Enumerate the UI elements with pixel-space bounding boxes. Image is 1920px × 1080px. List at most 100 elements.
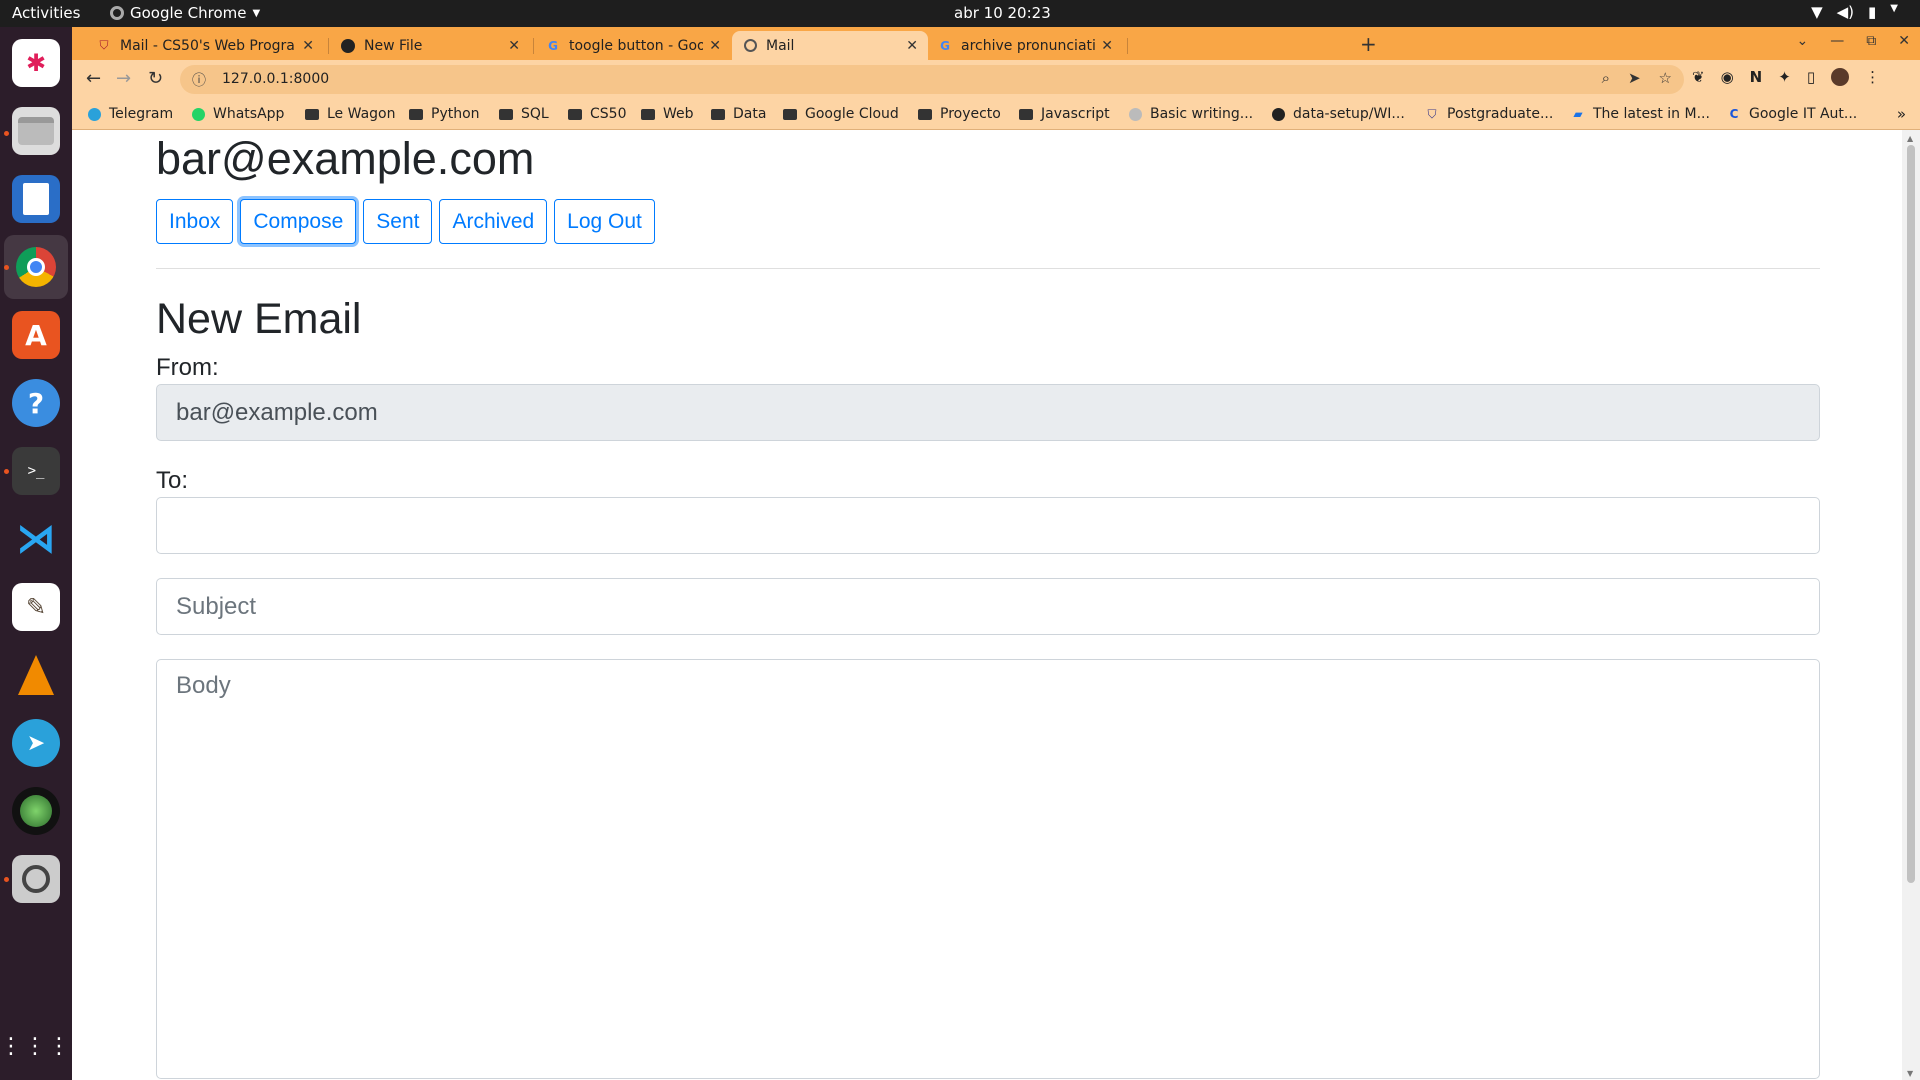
maximize-icon[interactable]: ⧉	[1866, 33, 1876, 49]
vscode-icon[interactable]: ⋊	[12, 515, 60, 563]
slack-icon[interactable]: ✱	[12, 39, 60, 87]
from-label: From:	[156, 354, 219, 381]
terminal-icon[interactable]: >_	[12, 447, 60, 495]
tab-archive-pronunciation[interactable]: G archive pronunciation - Google Search …	[927, 31, 1123, 60]
bookmark-folder-google-cloud[interactable]: Google Cloud	[782, 106, 899, 122]
scrollbar-thumb[interactable]	[1907, 145, 1915, 883]
close-icon[interactable]: ✕	[1101, 38, 1113, 54]
scroll-up-icon[interactable]: ▲	[1907, 134, 1913, 143]
url-text[interactable]: 127.0.0.1:8000	[222, 71, 329, 87]
close-icon[interactable]: ✕	[906, 38, 918, 54]
bookmark-telegram[interactable]: Telegram	[86, 106, 173, 122]
caret-down-icon: ▼	[1890, 3, 1898, 14]
chrome-icon[interactable]	[12, 243, 60, 291]
bookmark-folder-web[interactable]: Web	[640, 106, 694, 122]
forward-button[interactable]: →	[116, 68, 131, 89]
back-button[interactable]: ←	[86, 68, 101, 89]
subject-field[interactable]	[156, 578, 1820, 635]
browser-toolbar: ← → ↻ ⓘ 127.0.0.1:8000 ⌕ ➤ ☆ ❦ ◉ N ✦ ▯ ⋮	[72, 60, 1920, 99]
folder-icon	[567, 107, 583, 121]
bookmark-google-it[interactable]: C Google IT Aut...	[1726, 106, 1858, 122]
close-window-icon[interactable]: ✕	[1898, 33, 1910, 49]
app-center-icon[interactable]: A	[12, 311, 60, 359]
logout-button[interactable]: Log Out	[554, 199, 655, 244]
tab-mail[interactable]: Mail ✕	[732, 31, 928, 60]
page-scrollbar[interactable]: ▲ ▼	[1902, 130, 1920, 1080]
bookmark-folder-cs50[interactable]: CS50	[567, 106, 626, 122]
menu-icon[interactable]: ⋮	[1865, 68, 1880, 90]
from-field	[156, 384, 1820, 441]
sent-button[interactable]: Sent	[363, 199, 433, 244]
folder-icon	[640, 107, 656, 121]
app-menu[interactable]: Google Chrome ▼	[110, 4, 260, 22]
close-icon[interactable]: ✕	[508, 38, 520, 54]
tab-toggle-button-search[interactable]: G toogle button - Google Search ✕	[535, 31, 731, 60]
tab-mail-cs50[interactable]: ⛉ Mail - CS50's Web Programming ✕	[86, 31, 324, 60]
screenshot-icon[interactable]	[12, 855, 60, 903]
chevron-right-icon[interactable]: »	[1897, 105, 1906, 123]
clock[interactable]: abr 10 20:23	[954, 4, 1051, 22]
bookmark-the-latest[interactable]: ▰ The latest in M...	[1570, 106, 1710, 122]
telegram-icon	[86, 107, 102, 121]
puzzle-icon[interactable]: ✦	[1778, 68, 1791, 90]
help-icon[interactable]: ?	[12, 379, 60, 427]
bookmark-postgraduate[interactable]: ⛉ Postgraduate...	[1424, 106, 1553, 122]
notion-icon[interactable]: N	[1750, 68, 1763, 90]
activities-button[interactable]: Activities	[12, 4, 80, 22]
archived-button[interactable]: Archived	[439, 199, 548, 244]
close-icon[interactable]: ✕	[709, 38, 721, 54]
bookmark-whatsapp[interactable]: WhatsApp	[190, 106, 284, 122]
wifi-icon: ▼	[1811, 3, 1823, 21]
extension-icon[interactable]: ◉	[1721, 68, 1734, 90]
mail-container: bar@example.com Inbox Compose Sent Archi…	[156, 130, 1820, 1079]
avatar[interactable]	[1831, 68, 1850, 90]
bookmark-folder-sql[interactable]: SQL	[498, 106, 549, 122]
scroll-down-icon[interactable]: ▼	[1907, 1069, 1913, 1078]
tab-label: New File	[364, 37, 423, 54]
running-indicator	[4, 469, 9, 474]
tab-separator	[328, 38, 329, 54]
body-field[interactable]	[156, 659, 1820, 1079]
tab-search-icon[interactable]: ⌄	[1797, 33, 1809, 49]
gimp-icon[interactable]: ✎	[12, 583, 60, 631]
running-indicator	[4, 877, 9, 882]
omnibox-actions: ⌕ ➤ ☆	[1602, 69, 1672, 87]
minimize-icon[interactable]: —	[1830, 33, 1844, 49]
bookmark-folder-data[interactable]: Data	[710, 106, 766, 122]
dock: ✱ A ? >_ ⋊ ✎ ➤ ⋮⋮⋮	[0, 27, 72, 1080]
camera-icon[interactable]	[12, 787, 60, 835]
writer-icon[interactable]	[12, 175, 60, 223]
google-icon: G	[548, 38, 558, 53]
coursera-icon: C	[1729, 107, 1739, 121]
address-bar[interactable]: ⓘ 127.0.0.1:8000 ⌕ ➤ ☆	[180, 65, 1684, 94]
system-tray[interactable]: ▼ ◀) ▮ ▼	[1811, 3, 1898, 21]
battery-icon: ▮	[1868, 3, 1877, 21]
reload-button[interactable]: ↻	[148, 68, 163, 89]
bookmark-star-icon[interactable]: ☆	[1659, 69, 1672, 87]
inbox-button[interactable]: Inbox	[156, 199, 234, 244]
bookmark-folder-proyecto[interactable]: Proyecto	[917, 106, 1001, 122]
new-tab-button[interactable]: +	[1360, 32, 1377, 56]
bookmark-folder-python[interactable]: Python	[408, 106, 480, 122]
user-email-heading: bar@example.com	[156, 133, 535, 184]
tab-new-file[interactable]: New File ✕	[330, 31, 530, 60]
close-icon[interactable]: ✕	[302, 38, 314, 54]
bookmark-basic-writing[interactable]: Basic writing...	[1127, 106, 1253, 122]
bookmark-data-setup[interactable]: data-setup/WI...	[1270, 106, 1405, 122]
bookmark-folder-javascript[interactable]: Javascript	[1018, 106, 1110, 122]
bookmark-folder-le-wagon[interactable]: Le Wagon	[304, 106, 395, 122]
zoom-icon[interactable]: ⌕	[1602, 69, 1610, 87]
telegram-icon[interactable]: ➤	[12, 719, 60, 767]
extension-icon[interactable]: ❦	[1692, 68, 1705, 90]
folder-icon	[782, 107, 798, 121]
tab-label: archive pronunciation - Google Search	[961, 37, 1096, 54]
vlc-icon[interactable]	[12, 651, 60, 699]
files-icon[interactable]	[12, 107, 60, 155]
extensions-bar: ❦ ◉ N ✦ ▯ ⋮	[1692, 68, 1880, 90]
to-field[interactable]	[156, 497, 1820, 554]
show-apps-icon[interactable]: ⋮⋮⋮	[0, 1023, 70, 1071]
compose-button[interactable]: Compose	[240, 199, 357, 244]
side-panel-icon[interactable]: ▯	[1807, 68, 1815, 90]
send-icon[interactable]: ➤	[1628, 69, 1641, 87]
site-info-icon[interactable]: ⓘ	[192, 70, 206, 90]
